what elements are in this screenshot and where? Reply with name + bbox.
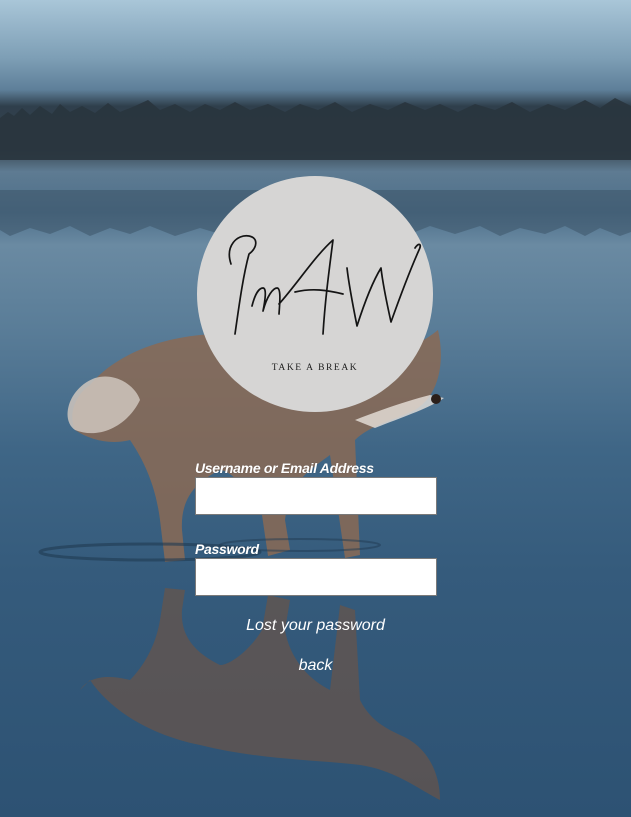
back-link[interactable]: back <box>0 657 631 675</box>
signature-monogram-icon <box>228 235 422 335</box>
logo[interactable]: TAKE A BREAK <box>197 176 433 412</box>
lost-password-link[interactable]: Lost your password <box>0 617 631 635</box>
username-input[interactable] <box>195 477 437 515</box>
logo-tagline: TAKE A BREAK <box>271 363 359 373</box>
password-label: Password <box>195 541 259 557</box>
password-input[interactable] <box>195 558 437 596</box>
username-label: Username or Email Address <box>195 460 374 476</box>
